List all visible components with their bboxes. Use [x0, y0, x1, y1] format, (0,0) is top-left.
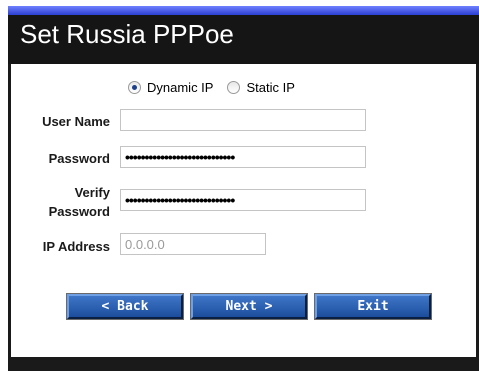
verify-password-label-line2: Password: [48, 204, 110, 219]
next-button[interactable]: Next >: [190, 293, 308, 320]
verify-password-input[interactable]: ••••••••••••••••••••••••••••: [120, 189, 366, 211]
ip-address-input: 0.0.0.0: [120, 233, 266, 255]
static-ip-label: Static IP: [246, 80, 295, 95]
user-name-label: User Name: [42, 114, 110, 129]
password-label: Password: [48, 151, 110, 166]
password-input[interactable]: ••••••••••••••••••••••••••••: [120, 146, 366, 168]
static-ip-radio[interactable]: [227, 81, 241, 94]
verify-password-label-line1: Verify: [74, 185, 110, 200]
page-title: Set Russia PPPoe: [20, 19, 234, 49]
header-accent-line: [8, 6, 479, 15]
dynamic-ip-radio[interactable]: [128, 81, 141, 94]
header-bar: Set Russia PPPoe: [8, 6, 479, 64]
ip-address-label: IP Address: [42, 239, 110, 254]
exit-button[interactable]: Exit: [314, 293, 432, 320]
dynamic-ip-label: Dynamic IP: [147, 80, 214, 95]
back-button[interactable]: < Back: [66, 293, 184, 320]
user-name-input[interactable]: [120, 109, 366, 131]
ip-mode-radio-group: Dynamic IP Static IP: [128, 80, 309, 95]
footer-bar: [8, 357, 479, 371]
